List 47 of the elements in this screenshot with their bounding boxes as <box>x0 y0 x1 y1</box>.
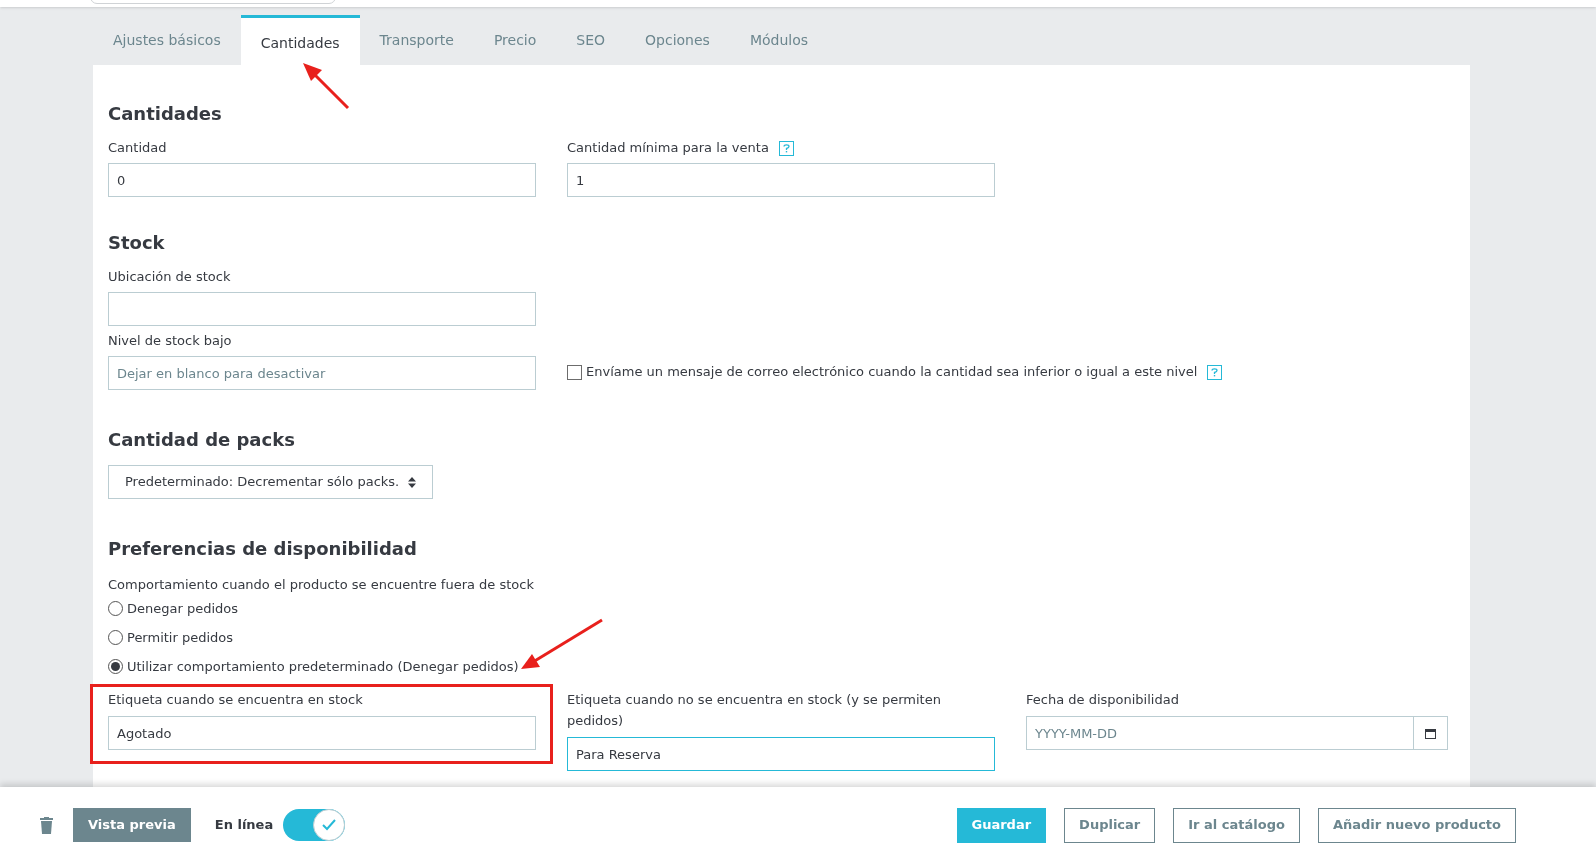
field-label: Etiqueta cuando no se encuentra en stock (y se permiten pedidos) <box>567 691 942 730</box>
input-field[interactable]: Para Reserva <box>567 737 995 771</box>
check-icon <box>322 819 337 831</box>
field-label: Fecha de disponibilidad <box>1026 691 1180 709</box>
section-heading: Cantidades <box>108 102 223 126</box>
section-heading: Stock <box>108 231 166 255</box>
help-icon[interactable] <box>1207 364 1223 380</box>
date-field[interactable]: YYYY-MM-DD <box>1026 716 1414 750</box>
field-label: Comportamiento cuando el producto se encuentre fuera de stock <box>108 576 535 594</box>
trash-icon[interactable] <box>40 816 53 834</box>
tab[interactable]: SEO <box>556 15 626 65</box>
input-field[interactable]: 1 <box>567 163 995 197</box>
input-field[interactable]: Agotado <box>108 716 536 750</box>
select-dropdown[interactable]: Predeterminado: Decrementar sólo packs. <box>108 465 433 499</box>
tab[interactable]: Ajustes básicos <box>93 15 241 65</box>
footer-button[interactable]: Añadir nuevo producto <box>1317 807 1516 843</box>
field-label: Cantidad <box>108 139 168 157</box>
tab[interactable]: Módulos <box>729 15 829 65</box>
tab[interactable]: Opciones <box>625 15 730 65</box>
footer-button[interactable]: Ir al catálogo <box>1173 807 1300 843</box>
tab[interactable]: Cantidades <box>240 15 360 65</box>
calendar-icon <box>1425 727 1436 739</box>
calendar-button[interactable] <box>1414 716 1448 750</box>
help-icon[interactable] <box>778 140 794 156</box>
toggle-switch[interactable] <box>283 809 346 841</box>
radio-label: Utilizar comportamiento predeterminado (Denegar pedidos) <box>127 657 519 676</box>
radio-label: Permitir pedidos <box>127 628 234 647</box>
checkbox[interactable] <box>567 364 582 380</box>
tab[interactable]: Transporte <box>359 15 474 65</box>
field-label: Nivel de stock bajo <box>108 332 233 350</box>
input-field[interactable]: Dejar en blanco para desactivar <box>108 356 536 390</box>
tab[interactable]: Precio <box>473 15 557 65</box>
input-field[interactable] <box>108 292 536 326</box>
footer-button[interactable]: Duplicar <box>1064 807 1156 843</box>
field-label: Ubicación de stock <box>108 268 232 286</box>
footer-button[interactable]: Guardar <box>956 807 1047 843</box>
field-label: Cantidad mínima para la venta <box>567 139 769 157</box>
preview-button[interactable]: Vista previa <box>73 808 191 842</box>
toggle-label: En línea <box>214 816 274 835</box>
radio-label: Denegar pedidos <box>127 599 239 618</box>
section-heading: Cantidad de packs <box>108 428 296 452</box>
sort-caret-icon <box>408 476 416 488</box>
checkbox-label: Envíame un mensaje de correo electrónico cuando la cantidad sea inferior o igual a este nivel <box>586 363 1198 382</box>
annotation-arrow <box>303 63 350 110</box>
input-field[interactable]: 0 <box>108 163 536 197</box>
field-label: Etiqueta cuando se encuentra en stock <box>108 691 364 709</box>
section-heading: Preferencias de disponibilidad <box>108 537 418 561</box>
